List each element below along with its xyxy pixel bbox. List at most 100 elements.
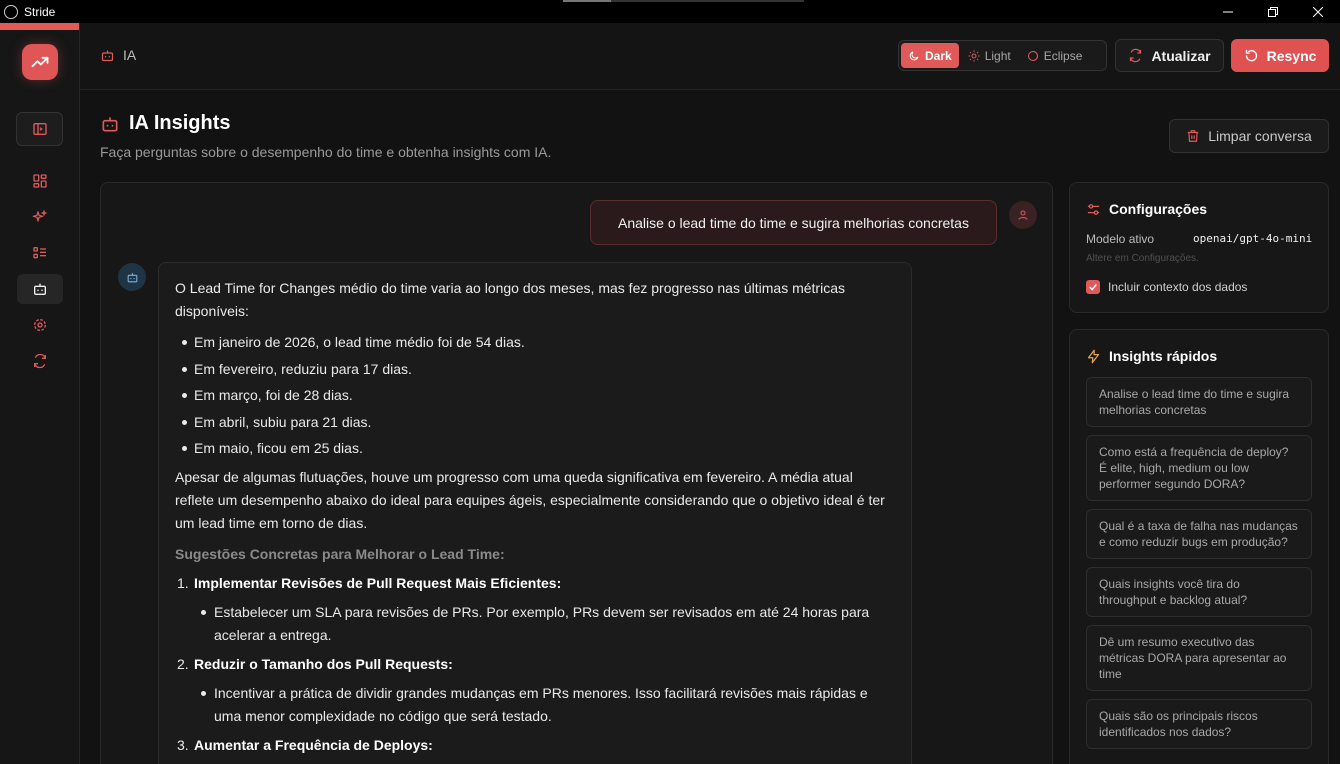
theme-dark-button[interactable]: Dark xyxy=(901,43,959,68)
resync-button[interactable]: Resync xyxy=(1231,39,1329,72)
include-context-toggle[interactable]: Incluir contexto dos dados xyxy=(1086,280,1247,294)
sidebar-item-dashboard[interactable] xyxy=(17,166,63,196)
sliders-icon xyxy=(1087,203,1100,215)
refresh-icon xyxy=(1130,48,1142,63)
quick-insights-title: Insights rápidos xyxy=(1086,348,1217,364)
minimize-icon xyxy=(1222,11,1233,12)
reply-bullet: Em fevereiro, reduziu para 17 dias. xyxy=(175,358,895,381)
app-icon xyxy=(4,4,18,19)
user-avatar xyxy=(1009,201,1037,229)
suggestion-number: 1. xyxy=(177,575,189,591)
suggestion-detail: Estabelecer um SLA para revisões de PRs.… xyxy=(175,601,895,647)
theme-light-button[interactable]: Light xyxy=(961,43,1018,68)
include-context-label: Incluir contexto dos dados xyxy=(1108,280,1248,294)
trending-up-icon xyxy=(31,56,49,68)
page-title-text: IA Insights xyxy=(129,112,231,134)
suggestions-heading: Sugestões Concretas para Melhorar o Lead… xyxy=(175,546,505,562)
minimize-button[interactable] xyxy=(1205,0,1250,23)
resync-label: Resync xyxy=(1266,47,1317,64)
config-hint: Altere em Configurações. xyxy=(1086,253,1199,264)
theme-eclipse-label: Eclipse xyxy=(1043,48,1083,63)
maximize-button[interactable] xyxy=(1250,0,1295,23)
sidebar xyxy=(0,23,80,764)
theme-dark-label: Dark xyxy=(925,48,952,63)
window-title: Stride xyxy=(24,4,56,19)
reply-summary: Apesar de algumas flutuações, houve um p… xyxy=(175,469,885,531)
sun-icon xyxy=(968,50,980,61)
sidebar-accent-line xyxy=(0,23,79,30)
breadcrumb: IA xyxy=(100,47,136,63)
reply-intro: O Lead Time for Changes médio do time va… xyxy=(175,280,845,319)
trash-icon xyxy=(1188,130,1199,142)
config-card: Configurações Modelo ativo openai/gpt-4o… xyxy=(1069,182,1329,313)
close-icon xyxy=(1312,6,1323,17)
bot-icon xyxy=(102,116,118,131)
quick-insights-list: Analise o lead time do time e sugira mel… xyxy=(1086,377,1312,757)
sidebar-item-sync[interactable] xyxy=(17,346,63,376)
suggestion-step: 3. Aumentar a Frequência de Deploys: xyxy=(175,734,895,757)
sidebar-collapse-button[interactable] xyxy=(16,112,63,146)
gear-icon xyxy=(34,319,46,331)
quick-insight-item[interactable]: Quais insights você tira do throughput e… xyxy=(1086,567,1312,617)
sidebar-item-ia[interactable] xyxy=(17,274,63,304)
window-titlebar: Stride xyxy=(0,0,1340,23)
quick-insight-item[interactable]: Quais são os principais riscos identific… xyxy=(1086,699,1312,749)
theme-eclipse-button[interactable]: Eclipse xyxy=(1020,43,1090,68)
page-subtitle: Faça perguntas sobre o desempenho do tim… xyxy=(100,144,552,160)
list-icon xyxy=(33,247,46,259)
reply-bullet: Em janeiro de 2026, o lead time médio fo… xyxy=(175,331,895,354)
sync-icon xyxy=(34,353,46,369)
reply-bullet: Em abril, subiu para 21 dias. xyxy=(175,411,895,434)
zap-icon xyxy=(1087,349,1100,363)
title-drag-handle[interactable] xyxy=(563,0,804,2)
moon-icon xyxy=(909,51,919,60)
refresh-button[interactable]: Atualizar xyxy=(1115,39,1224,72)
model-value: openai/gpt-4o-mini xyxy=(1193,232,1313,245)
dashboard-icon xyxy=(33,174,47,188)
quick-insight-item[interactable]: Qual é a taxa de falha nas mudanças e co… xyxy=(1086,509,1312,559)
eclipse-icon xyxy=(1027,50,1038,61)
assistant-message: O Lead Time for Changes médio do time va… xyxy=(158,262,912,764)
theme-light-label: Light xyxy=(984,48,1011,63)
suggestion-detail: Incentivar a prática de dividir grandes … xyxy=(175,682,895,728)
suggestion-number: 2. xyxy=(177,656,189,672)
sidebar-item-backlog[interactable] xyxy=(17,238,63,268)
sparkles-icon xyxy=(32,209,48,222)
quick-insight-item[interactable]: Analise o lead time do time e sugira mel… xyxy=(1086,377,1312,427)
close-button[interactable] xyxy=(1295,0,1340,23)
topbar: IA Dark Light Eclipse Atualizar Resync xyxy=(80,23,1340,90)
chat-panel[interactable]: Analise o lead time do time e sugira mel… xyxy=(100,182,1053,764)
suggestion-number: 3. xyxy=(177,737,189,753)
user-icon xyxy=(1018,210,1028,220)
suggestion-step: 1. Implementar Revisões de Pull Request M… xyxy=(175,572,895,647)
reply-bullets: Em janeiro de 2026, o lead time médio fo… xyxy=(175,331,895,460)
breadcrumb-label: IA xyxy=(123,47,137,63)
bot-icon xyxy=(101,50,114,61)
restore-icon xyxy=(1267,6,1278,17)
refresh-label: Atualizar xyxy=(1151,47,1211,64)
reply-bullet: Em março, foi de 28 dias. xyxy=(175,384,895,407)
sidebar-item-settings[interactable] xyxy=(17,310,63,340)
quick-insight-item[interactable]: Dê um resumo executivo das métricas DORA… xyxy=(1086,625,1312,691)
suggestion-title: 3. Aumentar a Frequência de Deploys: xyxy=(175,734,895,757)
app-logo[interactable] xyxy=(22,44,58,80)
quick-insights-card: Insights rápidos Analise o lead time do … xyxy=(1069,329,1329,764)
quick-insight-item[interactable]: Como está a frequência de deploy? É elit… xyxy=(1086,435,1312,501)
include-context-checkbox[interactable] xyxy=(1086,280,1100,294)
suggestion-title-text: Aumentar a Frequência de Deploys: xyxy=(194,737,433,753)
panel-toggle-icon xyxy=(32,123,47,135)
suggestion-title: 2. Reduzir o Tamanho dos Pull Requests: xyxy=(175,653,895,676)
theme-switcher: Dark Light Eclipse xyxy=(898,40,1107,71)
sidebar-item-metrics[interactable] xyxy=(17,202,63,232)
check-icon xyxy=(1089,284,1097,291)
reply-bullet: Em maio, ficou em 25 dias. xyxy=(175,437,895,460)
suggestion-title-text: Reduzir o Tamanho dos Pull Requests: xyxy=(194,656,453,672)
user-message: Analise o lead time do time e sugira mel… xyxy=(590,200,997,245)
clear-conversation-button[interactable]: Limpar conversa xyxy=(1169,119,1329,153)
model-label: Modelo ativo xyxy=(1086,232,1155,246)
suggestion-title: 1. Implementar Revisões de Pull Request M… xyxy=(175,572,895,595)
suggestion-title-text: Implementar Revisões de Pull Request Mai… xyxy=(194,575,562,591)
bot-icon xyxy=(34,283,46,295)
window-controls xyxy=(1205,0,1340,23)
page-title: IA Insights xyxy=(100,112,230,135)
